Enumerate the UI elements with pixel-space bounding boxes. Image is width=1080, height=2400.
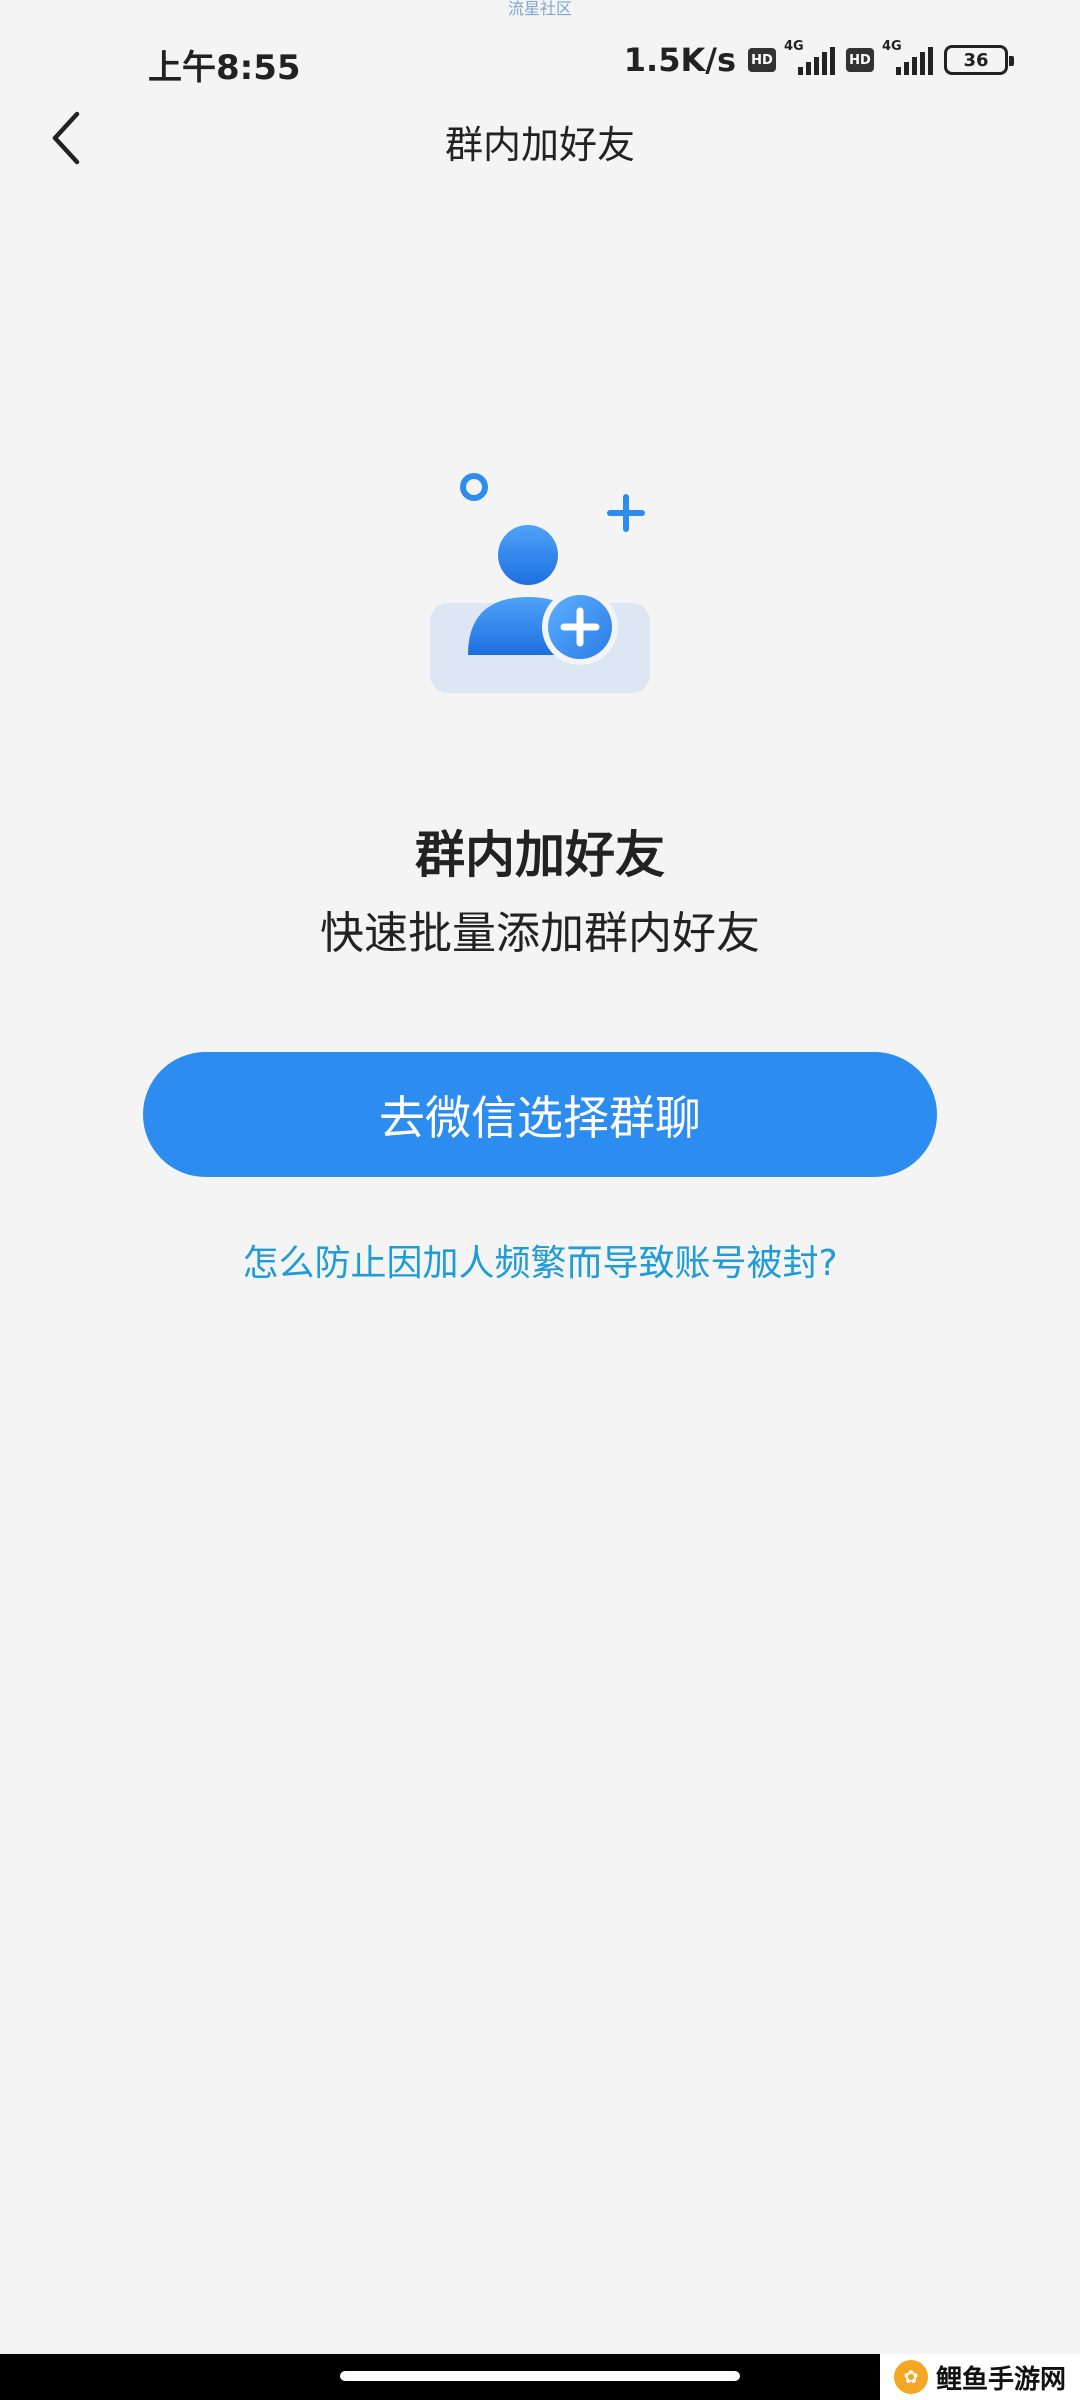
hd-badge-2: HD xyxy=(846,48,874,72)
hd-badge: HD xyxy=(748,48,776,72)
home-indicator[interactable] xyxy=(340,2371,740,2381)
signal-icon-2: 4G xyxy=(882,39,936,77)
choose-group-chat-button[interactable]: 去微信选择群聊 xyxy=(143,1052,937,1177)
hero-title: 群内加好友 xyxy=(415,826,665,884)
network-speed: 1.5K/s xyxy=(623,41,736,79)
status-time: 上午8:55 xyxy=(148,48,301,88)
add-user-illustration xyxy=(420,465,660,705)
corner-watermark-text: 鲤鱼手游网 xyxy=(935,2364,1066,2395)
status-bar: 上午8:55 1.5K/s HD 4G HD 4G 36 xyxy=(0,30,1080,90)
status-indicators: 1.5K/s HD 4G HD 4G 36 xyxy=(623,39,1014,80)
nav-bar: 群内加好友 xyxy=(0,100,1080,180)
top-watermark: 流星社区 xyxy=(507,0,572,18)
battery-icon: 36 xyxy=(944,45,1014,75)
hero-subtitle: 快速批量添加群内好友 xyxy=(320,908,760,959)
fish-logo-icon: ✿ xyxy=(893,2360,928,2394)
corner-watermark: ✿ 鲤鱼手游网 xyxy=(880,2354,1080,2400)
page-title: 群内加好友 xyxy=(444,123,635,167)
ban-prevention-help-link[interactable]: 怎么防止因加人频繁而导致账号被封? xyxy=(0,1234,1080,1286)
add-user-icon xyxy=(430,473,650,693)
signal-icon: 4G xyxy=(784,39,838,77)
battery-level: 36 xyxy=(963,49,989,71)
